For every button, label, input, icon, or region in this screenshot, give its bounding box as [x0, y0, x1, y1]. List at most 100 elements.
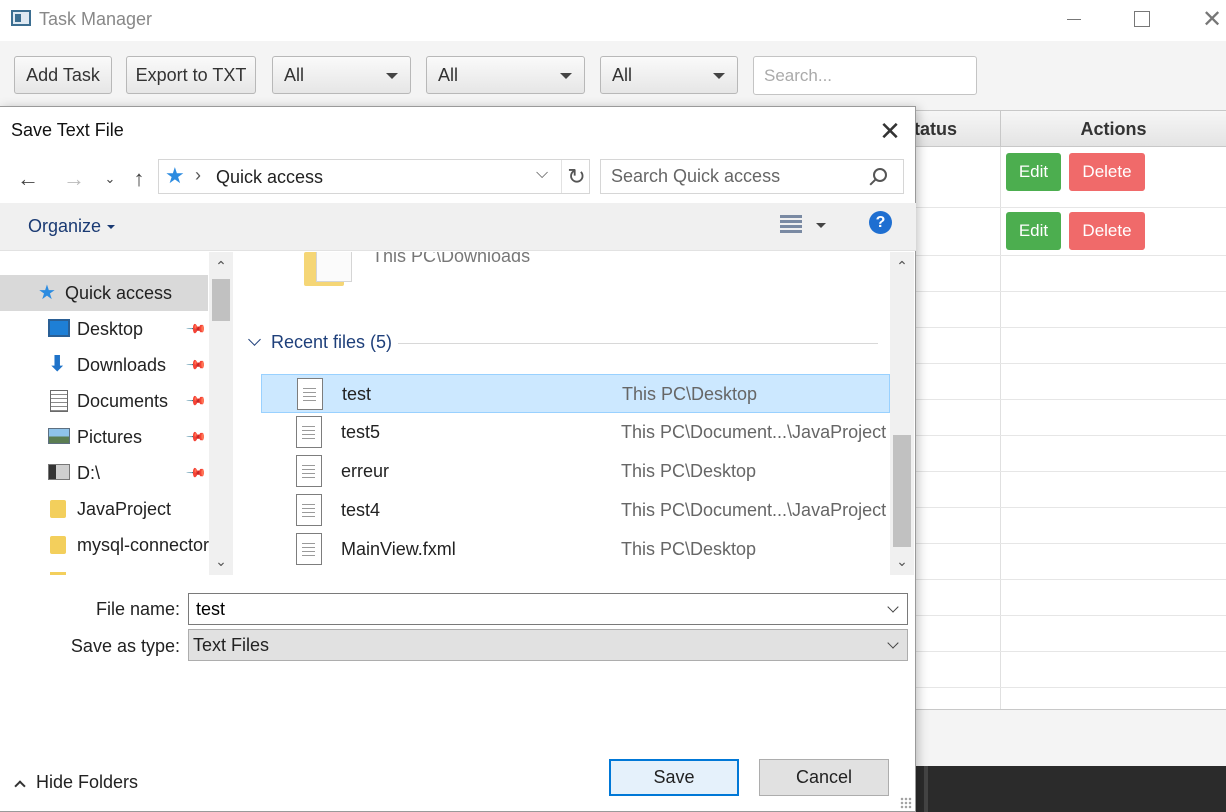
forward-arrow-icon[interactable]: → [62, 165, 86, 193]
filter-select-3-value: All [612, 64, 633, 85]
text-file-icon [296, 455, 322, 487]
table-row-empty [914, 472, 1226, 508]
help-icon[interactable]: ? [869, 211, 892, 234]
nav-pane-scrollbar[interactable]: ⌃ ⌄ [209, 252, 233, 575]
pin-icon[interactable]: 📌 [185, 318, 207, 341]
list-item[interactable]: test This PC\Desktop [261, 374, 890, 413]
search-icon[interactable] [873, 168, 887, 182]
file-location: This PC\Desktop [621, 539, 757, 559]
file-name: erreur [341, 461, 390, 481]
dialog-close-button[interactable]: ✕ [866, 111, 914, 151]
chevron-up-icon [14, 780, 26, 792]
column-header-status[interactable]: Status [914, 111, 1000, 147]
table-row-empty [914, 652, 1226, 688]
app-title: Task Manager [39, 9, 153, 29]
back-arrow-icon[interactable]: ← [16, 165, 40, 193]
nav-item-downloads[interactable]: ⬇ Downloads 📌 [0, 347, 208, 383]
pin-icon[interactable]: 📌 [185, 390, 207, 413]
save-as-type-select[interactable]: Text Files [188, 629, 908, 661]
chevron-down-icon[interactable] [887, 601, 899, 613]
view-dropdown-icon[interactable] [816, 223, 826, 228]
organize-button[interactable]: Organize [28, 216, 116, 237]
add-task-button[interactable]: Add Task [14, 56, 112, 94]
file-location: This PC\Document...\JavaProject [621, 422, 887, 442]
edit-button[interactable]: Edit [1006, 153, 1061, 191]
file-name-combobox[interactable] [188, 593, 908, 625]
delete-button[interactable]: Delete [1069, 153, 1145, 191]
maximize-button[interactable] [1112, 0, 1172, 38]
filter-select-2[interactable]: All [426, 56, 585, 94]
table-row-empty [914, 364, 1226, 400]
save-button[interactable]: Save [609, 759, 739, 796]
window-close-button[interactable]: ✕ [1182, 0, 1226, 38]
file-name: test [342, 384, 372, 404]
nav-item-label: D:\ [77, 462, 101, 483]
table-row-empty [914, 616, 1226, 652]
up-arrow-icon[interactable]: ↑ [127, 165, 151, 193]
file-name: test4 [341, 500, 381, 520]
drive-icon [48, 464, 70, 480]
resize-grip-icon[interactable] [900, 797, 912, 809]
scroll-down-icon[interactable]: ⌄ [890, 549, 914, 573]
file-location: This PC\Desktop [621, 461, 757, 481]
file-name: test5 [341, 422, 381, 442]
export-txt-button[interactable]: Export to TXT [126, 56, 256, 94]
table-row-empty [914, 688, 1226, 709]
table-row[interactable]: Edit Delete [914, 208, 1226, 256]
search-quick-access-input[interactable] [601, 160, 861, 193]
edit-button[interactable]: Edit [1006, 212, 1061, 250]
nav-item-javaproject[interactable]: JavaProject [0, 491, 208, 527]
cancel-button[interactable]: Cancel [759, 759, 889, 796]
refresh-icon[interactable]: ↻ [561, 160, 591, 193]
file-name: MainView.fxml [341, 539, 456, 559]
table-row-empty [914, 580, 1226, 616]
file-location: This PC\Document...\JavaProject [621, 500, 887, 520]
delete-button[interactable]: Delete [1069, 212, 1145, 250]
filter-select-3[interactable]: All [600, 56, 738, 94]
text-file-icon [296, 533, 322, 565]
minimize-button[interactable] [1044, 0, 1104, 38]
pin-icon[interactable]: 📌 [185, 426, 207, 449]
nav-item-desktop[interactable]: Desktop 📌 [0, 311, 208, 347]
file-name-input[interactable] [189, 594, 879, 624]
task-table: Status Actions Edit Delete Edit Delete [914, 110, 1226, 710]
nav-item-drive-d[interactable]: D:\ 📌 [0, 455, 208, 491]
folder-icon[interactable] [304, 252, 352, 288]
scroll-up-icon[interactable]: ⌃ [209, 254, 233, 278]
address-bar[interactable]: ★ › Quick access ⌵ ↻ [158, 159, 590, 194]
table-row[interactable]: Edit Delete [914, 147, 1226, 208]
nav-item-documents[interactable]: Documents 📌 [0, 383, 208, 419]
address-dropdown-icon[interactable]: ⌵ [536, 165, 548, 183]
scroll-up-icon[interactable]: ⌃ [890, 254, 914, 278]
filter-select-1[interactable]: All [272, 56, 411, 94]
app-icon [11, 10, 31, 26]
view-options-icon[interactable] [780, 213, 802, 235]
hide-folders-button[interactable]: Hide Folders [14, 772, 138, 793]
nav-item-mysql-connector[interactable]: mysql-connector [0, 527, 209, 563]
nav-item-pictures[interactable]: Pictures 📌 [0, 419, 208, 455]
desktop-icon [48, 319, 70, 337]
caret-down-icon [386, 73, 398, 79]
pin-icon[interactable]: 📌 [185, 354, 207, 377]
task-search-input[interactable] [753, 56, 977, 95]
list-item[interactable]: test4 This PC\Document...\JavaProject [261, 491, 890, 530]
table-row-empty [914, 328, 1226, 364]
pin-icon[interactable]: 📌 [185, 462, 207, 485]
app-toolbar: Add Task Export to TXT All All All [0, 41, 1226, 109]
scroll-down-icon[interactable]: ⌄ [209, 549, 233, 573]
nav-item-quick-access[interactable]: ★ Quick access [0, 275, 208, 311]
column-header-actions[interactable]: Actions [1000, 111, 1226, 147]
scrollbar-thumb[interactable] [212, 279, 230, 321]
filter-select-2-value: All [438, 64, 459, 85]
list-item[interactable]: erreur This PC\Desktop [261, 452, 890, 491]
scrollbar-thumb[interactable] [893, 435, 911, 547]
list-item[interactable]: test5 This PC\Document...\JavaProject [261, 413, 890, 452]
list-item[interactable]: MainView.fxml This PC\Desktop [261, 530, 890, 569]
recent-files-group-header[interactable]: Recent files (5) [248, 332, 392, 353]
text-file-icon [296, 416, 322, 448]
recent-locations-chevron-icon[interactable]: ⌄ [98, 165, 122, 193]
table-header: Status Actions [914, 111, 1226, 147]
address-location[interactable]: Quick access [216, 167, 323, 188]
breadcrumb-separator-icon[interactable]: › [195, 165, 201, 186]
file-list-scrollbar[interactable]: ⌃ ⌄ [890, 252, 914, 575]
